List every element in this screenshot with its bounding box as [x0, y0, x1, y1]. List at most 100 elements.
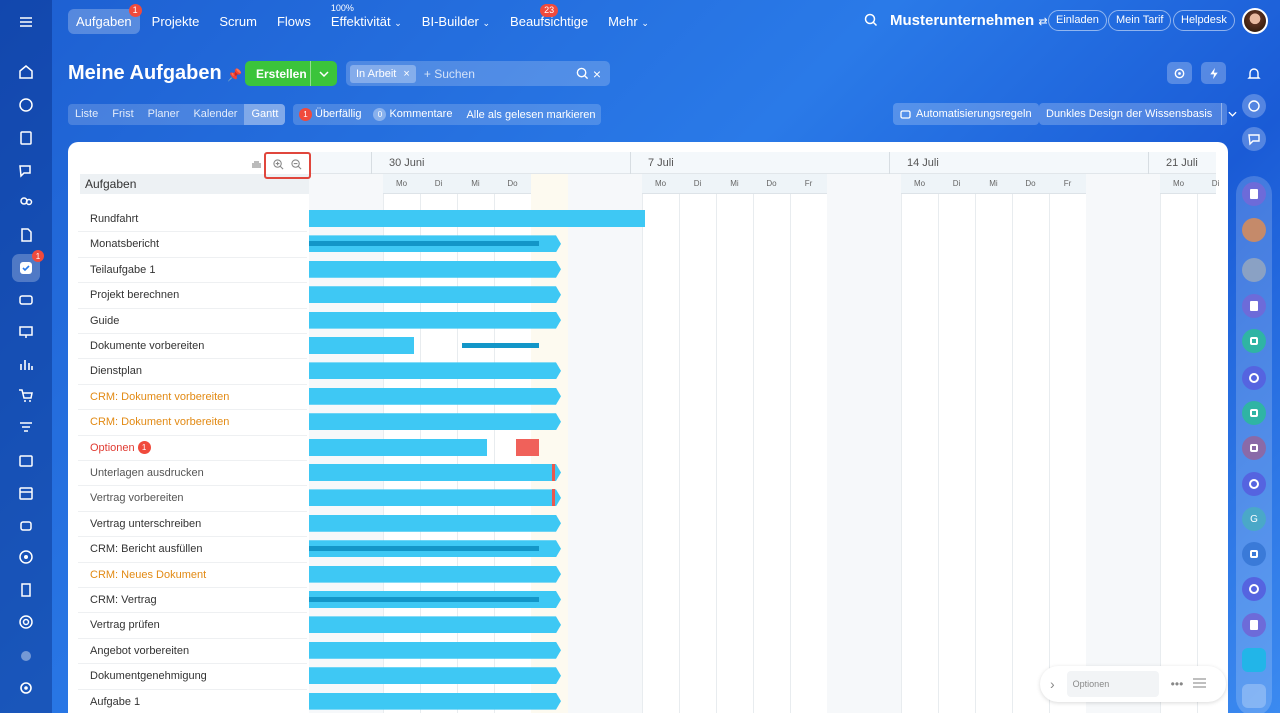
task-progress[interactable] [309, 241, 539, 247]
tab-gantt[interactable]: Gantt [244, 104, 286, 125]
task-name[interactable]: Vertrag vorbereiten [90, 492, 184, 504]
tasks-icon[interactable]: 1 [12, 250, 44, 282]
task-name[interactable]: CRM: Bericht ausfüllen [90, 543, 203, 555]
task-bar[interactable] [309, 566, 561, 583]
helpdesk-button[interactable]: Helpdesk [1173, 10, 1235, 31]
nav-projects[interactable]: Projekte [144, 9, 208, 34]
chevron-right-icon[interactable]: › [1050, 676, 1055, 692]
task-bar[interactable] [309, 286, 561, 303]
automation-rules-button[interactable]: Automatisierungsregeln [893, 103, 1039, 125]
mark-all-read-button[interactable]: Alle als gelesen markieren [466, 109, 595, 121]
create-button[interactable]: Erstellen [245, 61, 337, 86]
nav-bi-builder[interactable]: BI-Builder ⌄ [414, 9, 498, 34]
bell-icon[interactable] [1242, 62, 1266, 86]
my-plan-button[interactable]: Mein Tarif [1108, 10, 1172, 31]
list-icon[interactable] [1193, 675, 1207, 693]
funnel-icon[interactable] [12, 414, 40, 442]
clear-icon[interactable]: × [593, 66, 601, 82]
options-field[interactable]: Optionen [1066, 671, 1159, 697]
nav-scrum[interactable]: Scrum [211, 9, 265, 34]
sign-icon[interactable] [12, 576, 40, 604]
chevron-down-icon[interactable] [310, 61, 337, 86]
contact-center-icon[interactable] [1242, 684, 1266, 708]
search-filter-field[interactable]: In Arbeit × + Suchen × [346, 61, 610, 86]
robot-icon[interactable] [12, 511, 40, 539]
task-row[interactable]: Dienstplan [78, 359, 307, 385]
task-bar[interactable] [309, 210, 645, 227]
task-row[interactable]: CRM: Neues Dokument [78, 563, 307, 588]
task-row[interactable]: Unterlagen ausdrucken [78, 461, 307, 487]
task-bar[interactable] [309, 693, 561, 710]
task-bar[interactable] [309, 515, 561, 532]
task-row[interactable]: Vertrag vorbereiten [78, 486, 307, 512]
chat-doc-icon[interactable] [1242, 294, 1266, 318]
task-name[interactable]: Projekt berechnen [90, 289, 179, 301]
chat-avatar-group[interactable] [1242, 258, 1266, 282]
lock-chat-icon[interactable] [1242, 436, 1266, 460]
task-row[interactable]: Vertrag unterschreiben [78, 512, 307, 538]
nav-supervising[interactable]: Beaufsichtige 23 [502, 3, 596, 34]
task-bar[interactable] [309, 489, 561, 506]
chat-bubble-icon[interactable] [1242, 127, 1266, 151]
nav-more[interactable]: Mehr ⌄ [600, 9, 657, 34]
settings-icon[interactable] [12, 674, 40, 702]
lock-chat-icon[interactable] [1242, 401, 1266, 425]
overdue-marker[interactable] [516, 438, 539, 456]
task-name[interactable]: Dienstplan [90, 365, 142, 377]
task-row[interactable]: Monatsbericht [78, 232, 307, 258]
task-name[interactable]: Unterlagen ausdrucken [90, 467, 204, 479]
chat-doc-icon[interactable] [1242, 613, 1266, 637]
lock-chat-icon[interactable] [1242, 329, 1266, 353]
task-name[interactable]: Dokumentgenehmigung [90, 670, 207, 682]
home-icon[interactable] [12, 58, 40, 86]
nav-effectiveness[interactable]: 100% Effektivität ⌄ [323, 3, 410, 34]
tab-list[interactable]: Liste [68, 104, 105, 125]
task-row[interactable]: Guide [78, 309, 307, 334]
user-badge-icon[interactable] [12, 640, 40, 668]
overdue-counter[interactable]: 1 Überfällig [299, 108, 361, 121]
calendar-icon[interactable] [12, 479, 40, 507]
task-row[interactable]: Aufgabe 1 [78, 690, 307, 713]
task-name[interactable]: Aufgabe 1 [90, 696, 140, 708]
close-icon[interactable]: × [403, 68, 409, 80]
feed-icon[interactable] [12, 91, 40, 119]
print-icon[interactable] [251, 157, 262, 175]
task-name[interactable]: Rundfahrt [90, 213, 138, 225]
task-name[interactable]: Dokumente vorbereiten [90, 340, 204, 352]
task-name[interactable]: Optionen [90, 442, 135, 454]
lock-chat-icon[interactable] [1242, 542, 1266, 566]
task-progress[interactable] [309, 597, 539, 602]
task-bar[interactable] [309, 642, 561, 659]
task-bar[interactable] [309, 312, 561, 329]
task-row[interactable]: Rundfahrt [78, 207, 307, 233]
tab-planner[interactable]: Planer [141, 104, 187, 125]
task-name[interactable]: CRM: Neues Dokument [90, 569, 206, 581]
task-bar[interactable] [309, 337, 414, 354]
task-name[interactable]: CRM: Dokument vorbereiten [90, 416, 229, 428]
task-row[interactable]: CRM: Dokument vorbereiten [78, 385, 307, 411]
chat-letter-g[interactable]: G [1242, 507, 1266, 531]
task-row[interactable]: CRM: Vertrag [78, 588, 307, 614]
zoom-in-icon[interactable] [273, 157, 284, 175]
copilot-chat-icon[interactable] [1242, 366, 1266, 390]
task-row[interactable]: Dokumente vorbereiten [78, 334, 307, 360]
task-name[interactable]: Angebot vorbereiten [90, 645, 189, 657]
task-bar[interactable] [309, 438, 487, 456]
task-row[interactable]: Projekt berechnen [78, 283, 307, 309]
task-name[interactable]: Vertrag prüfen [90, 619, 160, 631]
task-progress[interactable] [462, 343, 539, 348]
search-input[interactable]: + Suchen [424, 67, 576, 81]
task-row[interactable]: Teilaufgabe 1 [78, 258, 307, 284]
nav-tasks[interactable]: Aufgaben 1 [68, 3, 142, 34]
inbox-icon[interactable] [12, 286, 40, 314]
invite-button[interactable]: Einladen [1048, 10, 1107, 31]
open-channels-icon[interactable] [1242, 648, 1266, 672]
task-bar[interactable] [309, 413, 561, 430]
task-progress[interactable] [309, 546, 539, 552]
document-icon[interactable] [12, 124, 40, 152]
task-bar[interactable] [309, 362, 561, 379]
task-name[interactable]: Monatsbericht [90, 238, 159, 250]
analytics-icon[interactable] [12, 350, 40, 378]
task-name[interactable]: Teilaufgabe 1 [90, 264, 155, 276]
tab-deadline[interactable]: Frist [105, 104, 140, 125]
